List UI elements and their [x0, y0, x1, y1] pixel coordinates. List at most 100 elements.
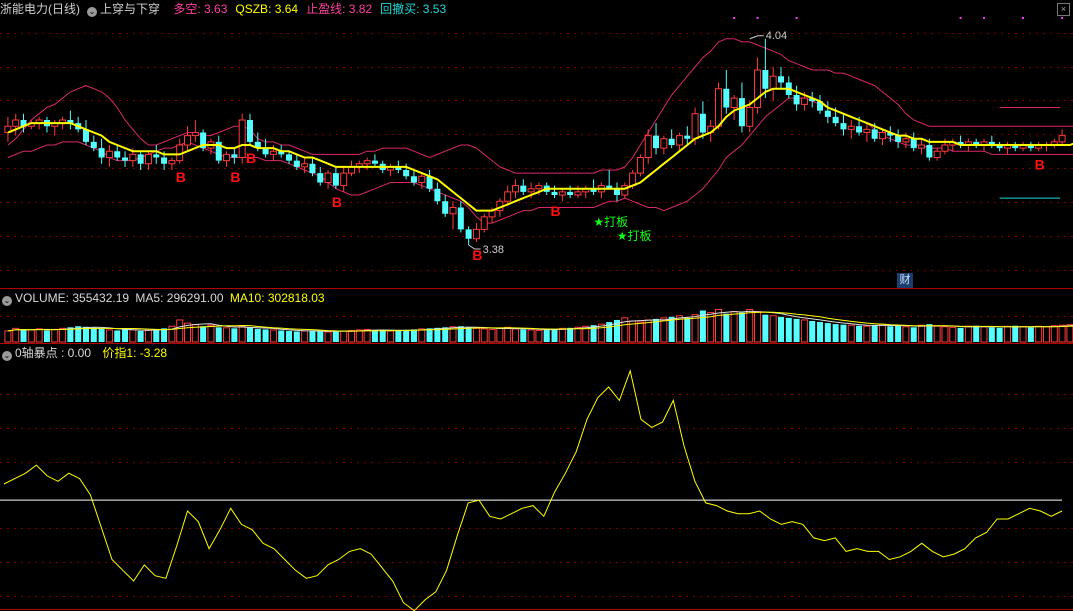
candle [1019, 141, 1027, 152]
candle [332, 166, 339, 189]
volume-bar [730, 311, 738, 343]
candle [98, 138, 105, 164]
candle-body [863, 128, 871, 133]
candle [551, 185, 558, 199]
volume-bar [332, 331, 339, 342]
candle-body [269, 150, 277, 155]
volume-bar [863, 325, 871, 343]
candle [817, 95, 824, 114]
volume-bar [738, 312, 745, 342]
candle-body [238, 119, 246, 158]
candle [988, 135, 995, 149]
candle [12, 113, 20, 136]
candle [769, 66, 777, 102]
candle-body [567, 191, 574, 195]
volume-bar [465, 327, 472, 342]
candle [723, 70, 730, 114]
candle [215, 135, 222, 164]
candle-body [286, 154, 293, 161]
candle [840, 113, 847, 136]
candle-body [824, 110, 831, 117]
candle-body [723, 88, 730, 108]
candle-body [636, 157, 644, 174]
candle [246, 113, 253, 145]
candle-body [1058, 135, 1066, 143]
candle-body [465, 229, 472, 239]
volume-bar [122, 329, 129, 342]
candle-body [878, 132, 886, 140]
candle [730, 95, 738, 120]
volume-bar [723, 313, 730, 342]
candle-body [832, 116, 839, 124]
candle [238, 113, 246, 164]
candle [20, 113, 27, 133]
event-marker [959, 17, 962, 19]
volume-bar [910, 327, 917, 342]
high-label: 4.04 [766, 30, 787, 42]
event-marker [1022, 17, 1025, 19]
volume-bar [215, 327, 222, 342]
candle-body [558, 191, 566, 196]
volume-bar [1019, 326, 1027, 343]
volume-bar [309, 330, 316, 342]
candle [910, 132, 917, 152]
candle-body [762, 70, 769, 89]
candle [597, 182, 605, 199]
candle-body [777, 76, 784, 83]
candle [918, 138, 926, 155]
candle [590, 179, 597, 195]
volume-bar [395, 330, 402, 342]
chart-canvas: B BBBBBB★打板★打板4.043.38 [0, 17, 1073, 611]
candle [777, 66, 784, 89]
volume-bar [480, 328, 488, 343]
candle [847, 120, 855, 139]
candle-body [363, 160, 371, 165]
volume-bar [246, 327, 253, 342]
volume-bar [918, 324, 926, 343]
volume-bar [387, 330, 395, 343]
chart-window: { "header": { "stock": "浙能电力(日线)", "form… [0, 0, 1073, 611]
volume-bar [980, 326, 988, 343]
candle [511, 179, 519, 199]
volume-bar [231, 328, 238, 342]
candle [426, 170, 433, 192]
candle-body [769, 75, 777, 90]
volume-bar [403, 329, 410, 342]
candle [387, 163, 395, 177]
candle [558, 188, 566, 202]
signal-b: B [176, 169, 186, 185]
candle-body [754, 69, 762, 108]
event-marker [983, 17, 986, 19]
candle [824, 101, 831, 124]
candle-body [910, 138, 917, 149]
volume-bar [527, 329, 535, 343]
candle-body [332, 173, 339, 186]
candle [43, 116, 50, 133]
volume-bar [27, 329, 35, 343]
signal-b: B [551, 203, 561, 219]
candle [442, 195, 449, 217]
candle-body [105, 150, 113, 158]
volume-bar [504, 326, 512, 343]
volume-bar [340, 330, 348, 343]
volume-bar [887, 326, 894, 342]
candle [582, 185, 590, 199]
candle [82, 120, 89, 145]
candle [480, 213, 488, 233]
candle-body [191, 132, 199, 137]
volume-bar [223, 327, 231, 343]
volume-bar [410, 329, 417, 342]
candle-body [840, 123, 847, 130]
candle-body [660, 138, 668, 149]
candle-body [293, 160, 300, 167]
candle [1012, 141, 1019, 152]
candle [606, 170, 613, 189]
volume-bar [379, 330, 386, 342]
candle-body [644, 135, 652, 158]
candle [465, 226, 472, 245]
volume-bar [278, 330, 285, 342]
candle-body [457, 207, 464, 230]
volume-bar [176, 319, 184, 343]
candle-body [114, 151, 121, 158]
candle-body [691, 113, 699, 140]
